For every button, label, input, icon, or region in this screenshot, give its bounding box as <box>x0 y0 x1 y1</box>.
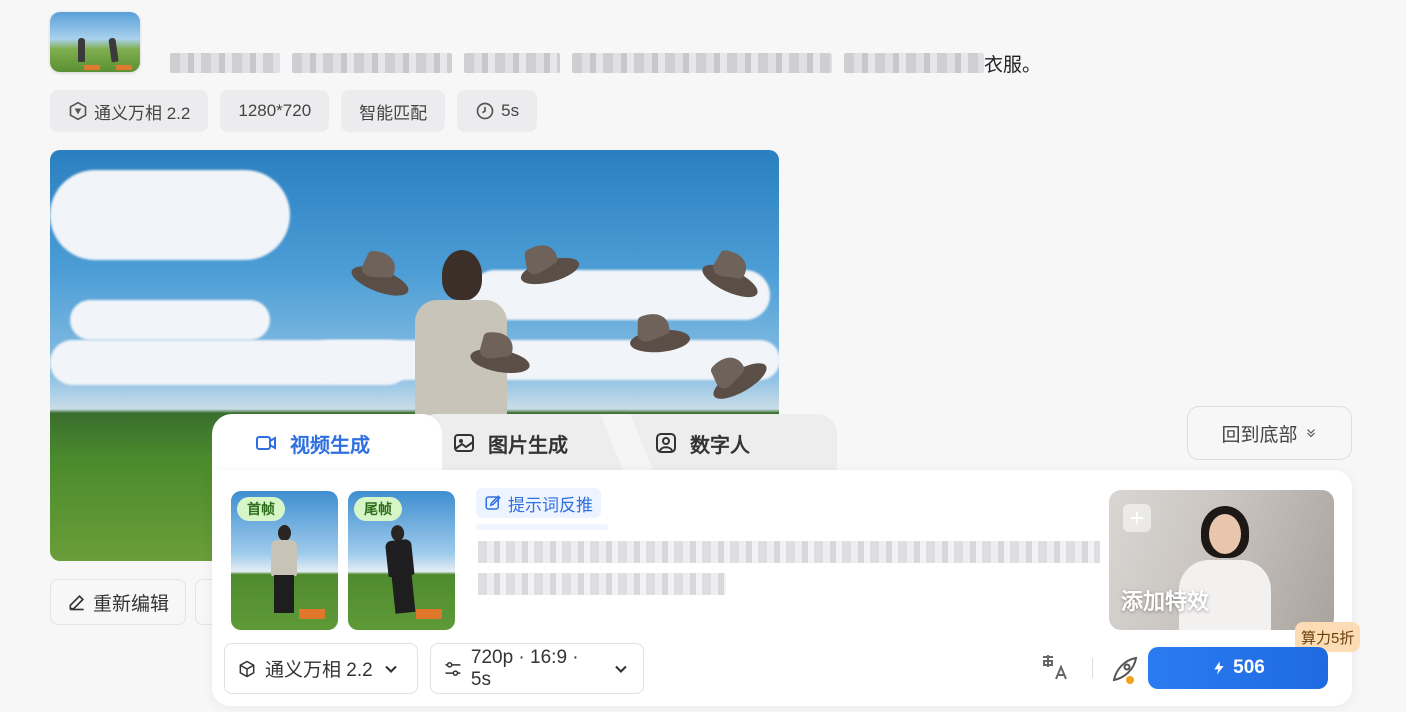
divider <box>1092 658 1093 678</box>
redacted-text <box>844 53 984 73</box>
back-to-bottom-label: 回到底部 <box>1221 424 1298 446</box>
clock-icon <box>476 102 494 120</box>
duration-tag: 5s <box>457 90 538 132</box>
thumb-crate-2 <box>116 65 132 70</box>
last-frame-label: 尾帧 <box>354 497 402 521</box>
redacted-text <box>478 541 1100 563</box>
first-frame-image[interactable]: 首帧 <box>231 491 338 630</box>
wan-logo-icon <box>69 101 87 121</box>
tab-label: 视频生成 <box>290 434 370 457</box>
edit-square-icon <box>485 495 501 510</box>
tab-video-generation[interactable]: 视频生成 <box>254 414 370 472</box>
model-tag: 通义万相 2.2 <box>50 90 209 132</box>
redacted-text <box>464 53 560 73</box>
plus-icon: + <box>1123 503 1151 533</box>
image-icon <box>454 434 474 452</box>
redacted-text <box>478 573 726 595</box>
video-settings-value: 720p · 16:9 · 5s <box>470 646 579 690</box>
model-tag-label: 通义万相 2.2 <box>94 103 191 123</box>
redacted-text <box>170 53 280 73</box>
cube-icon <box>239 660 255 677</box>
cloud <box>70 300 270 340</box>
generate-button[interactable]: 506 <box>1148 647 1328 689</box>
generation-params: 通义万相 2.2 1280*720 智能匹配 5s <box>50 90 538 132</box>
duration-tag-label: 5s <box>501 101 520 120</box>
reverse-prompt-underline <box>476 524 608 530</box>
ratio-tag-label: 智能匹配 <box>359 103 428 123</box>
rocket-icon[interactable] <box>1108 654 1140 686</box>
resolution-tag: 1280*720 <box>220 90 330 132</box>
prompt-input[interactable] <box>478 541 1100 599</box>
chevron-down-icon <box>615 665 627 673</box>
video-camera-icon <box>256 436 276 450</box>
ratio-tag: 智能匹配 <box>341 90 446 132</box>
pencil-icon <box>69 594 85 611</box>
sliders-icon <box>445 661 461 676</box>
tab-label: 数字人 <box>690 434 750 457</box>
back-to-bottom-button[interactable]: 回到底部 <box>1187 406 1352 460</box>
lightning-icon <box>1214 661 1224 675</box>
cloud <box>310 340 779 380</box>
thumb-person <box>78 38 85 62</box>
reverse-prompt-label: 提示词反推 <box>508 495 593 515</box>
first-frame-label: 首帧 <box>237 497 285 521</box>
prompt-text-visible: 衣服。 <box>984 54 1042 76</box>
video-settings-select[interactable]: 720p · 16:9 · 5s <box>430 643 644 694</box>
model-select[interactable]: 通义万相 2.2 <box>224 643 418 694</box>
last-frame-image[interactable]: 尾帧 <box>348 491 455 630</box>
reverse-prompt-button[interactable]: 提示词反推 <box>476 488 601 518</box>
generate-cost: 506 <box>1233 657 1265 678</box>
cloud <box>50 170 290 260</box>
resolution-tag-label: 1280*720 <box>238 101 312 120</box>
pigeon <box>348 260 412 302</box>
translate-icon[interactable] <box>1040 653 1070 683</box>
person-portrait-icon <box>656 433 676 453</box>
redacted-text <box>292 53 452 73</box>
add-effect-card[interactable]: + 添加特效 <box>1109 490 1334 630</box>
re-edit-label: 重新编辑 <box>93 593 170 615</box>
thumb-person-2 <box>108 37 119 63</box>
re-edit-button[interactable]: 重新编辑 <box>50 579 187 625</box>
model-select-value: 通义万相 2.2 <box>265 660 373 681</box>
prompt-text: 衣服。 <box>170 50 1041 76</box>
tab-image-generation[interactable]: 图片生成 <box>452 414 568 472</box>
mode-tabs: 视频生成 图片生成 数字人 <box>212 414 852 474</box>
double-chevron-down-icon <box>1306 429 1315 438</box>
pigeon <box>708 356 772 406</box>
result-thumbnail[interactable] <box>50 12 140 72</box>
tab-digital-human[interactable]: 数字人 <box>654 414 750 472</box>
redacted-text <box>572 53 832 73</box>
add-effect-label: 添加特效 <box>1121 589 1210 614</box>
thumb-crate <box>84 65 100 70</box>
tab-label: 图片生成 <box>488 434 568 457</box>
chevron-down-icon <box>384 665 397 673</box>
